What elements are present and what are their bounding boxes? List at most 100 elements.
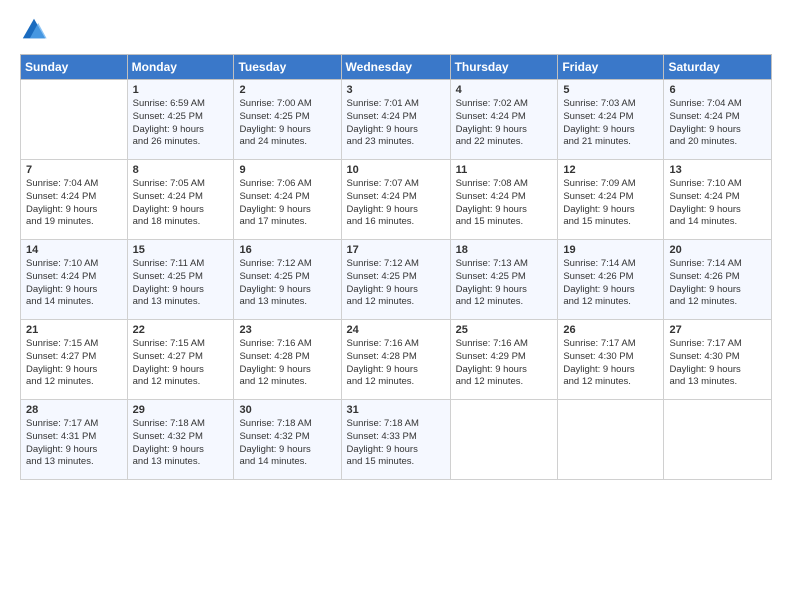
day-number: 20	[669, 244, 766, 256]
day-info: Sunrise: 7:03 AM Sunset: 4:24 PM Dayligh…	[563, 98, 658, 149]
day-cell: 28Sunrise: 7:17 AM Sunset: 4:31 PM Dayli…	[21, 400, 128, 480]
day-info: Sunrise: 7:16 AM Sunset: 4:29 PM Dayligh…	[456, 338, 553, 389]
day-info: Sunrise: 7:15 AM Sunset: 4:27 PM Dayligh…	[133, 338, 229, 389]
calendar: SundayMondayTuesdayWednesdayThursdayFrid…	[20, 54, 772, 480]
day-info: Sunrise: 7:13 AM Sunset: 4:25 PM Dayligh…	[456, 258, 553, 309]
day-cell: 4 Sunrise: 7:02 AM Sunset: 4:24 PM Daylig…	[450, 80, 558, 160]
day-header-thursday: Thursday	[450, 55, 558, 80]
day-cell: 7 Sunrise: 7:04 AM Sunset: 4:24 PM Daylig…	[21, 160, 128, 240]
day-cell: 26 Sunrise: 7:17 AM Sunset: 4:30 PM Dayli…	[558, 320, 664, 400]
day-number: 11	[456, 164, 553, 176]
day-cell: 23Sunrise: 7:16 AM Sunset: 4:28 PM Dayli…	[234, 320, 341, 400]
day-cell	[664, 400, 772, 480]
day-cell: 2 Sunrise: 7:00 AM Sunset: 4:25 PM Daylig…	[234, 80, 341, 160]
day-cell: 12 Sunrise: 7:09 AM Sunset: 4:24 PM Dayli…	[558, 160, 664, 240]
day-info: Sunrise: 6:59 AM Sunset: 4:25 PM Dayligh…	[133, 98, 229, 149]
day-cell: 9 Sunrise: 7:06 AM Sunset: 4:24 PM Daylig…	[234, 160, 341, 240]
day-info: Sunrise: 7:08 AM Sunset: 4:24 PM Dayligh…	[456, 178, 553, 229]
day-number: 17	[347, 244, 445, 256]
day-info: Sunrise: 7:12 AM Sunset: 4:25 PM Dayligh…	[347, 258, 445, 309]
day-cell: 20 Sunrise: 7:14 AM Sunset: 4:26 PM Dayli…	[664, 240, 772, 320]
day-info: Sunrise: 7:14 AM Sunset: 4:26 PM Dayligh…	[563, 258, 658, 309]
day-number: 30	[239, 404, 335, 416]
day-number: 13	[669, 164, 766, 176]
day-info: Sunrise: 7:16 AM Sunset: 4:28 PM Dayligh…	[239, 338, 335, 389]
day-header-tuesday: Tuesday	[234, 55, 341, 80]
day-number: 16	[239, 244, 335, 256]
day-info: Sunrise: 7:17 AM Sunset: 4:30 PM Dayligh…	[669, 338, 766, 389]
day-cell: 19 Sunrise: 7:14 AM Sunset: 4:26 PM Dayli…	[558, 240, 664, 320]
day-info: Sunrise: 7:18 AM Sunset: 4:32 PM Dayligh…	[239, 418, 335, 469]
day-number: 14	[26, 244, 122, 256]
day-number: 10	[347, 164, 445, 176]
week-row-2: 7 Sunrise: 7:04 AM Sunset: 4:24 PM Daylig…	[21, 160, 772, 240]
day-info: Sunrise: 7:04 AM Sunset: 4:24 PM Dayligh…	[669, 98, 766, 149]
day-info: Sunrise: 7:10 AM Sunset: 4:24 PM Dayligh…	[26, 258, 122, 309]
day-header-sunday: Sunday	[21, 55, 128, 80]
day-number: 7	[26, 164, 122, 176]
day-cell: 22 Sunrise: 7:15 AM Sunset: 4:27 PM Dayli…	[127, 320, 234, 400]
day-number: 29	[133, 404, 229, 416]
day-info: Sunrise: 7:04 AM Sunset: 4:24 PM Dayligh…	[26, 178, 122, 229]
day-number: 18	[456, 244, 553, 256]
day-header-wednesday: Wednesday	[341, 55, 450, 80]
day-cell: 6 Sunrise: 7:04 AM Sunset: 4:24 PM Daylig…	[664, 80, 772, 160]
day-number: 31	[347, 404, 445, 416]
day-cell: 24 Sunrise: 7:16 AM Sunset: 4:28 PM Dayli…	[341, 320, 450, 400]
day-cell	[450, 400, 558, 480]
day-cell: 10Sunrise: 7:07 AM Sunset: 4:24 PM Dayli…	[341, 160, 450, 240]
day-cell: 21Sunrise: 7:15 AM Sunset: 4:27 PM Dayli…	[21, 320, 128, 400]
day-cell: 3 Sunrise: 7:01 AM Sunset: 4:24 PM Daylig…	[341, 80, 450, 160]
day-cell: 5 Sunrise: 7:03 AM Sunset: 4:24 PM Daylig…	[558, 80, 664, 160]
day-number: 25	[456, 324, 553, 336]
day-info: Sunrise: 7:14 AM Sunset: 4:26 PM Dayligh…	[669, 258, 766, 309]
day-cell: 18 Sunrise: 7:13 AM Sunset: 4:25 PM Dayli…	[450, 240, 558, 320]
day-number: 26	[563, 324, 658, 336]
day-cell	[21, 80, 128, 160]
day-number: 6	[669, 84, 766, 96]
day-info: Sunrise: 7:18 AM Sunset: 4:32 PM Dayligh…	[133, 418, 229, 469]
day-cell: 11 Sunrise: 7:08 AM Sunset: 4:24 PM Dayli…	[450, 160, 558, 240]
day-number: 1	[133, 84, 229, 96]
day-cell: 15 Sunrise: 7:11 AM Sunset: 4:25 PM Dayli…	[127, 240, 234, 320]
day-header-monday: Monday	[127, 55, 234, 80]
day-number: 9	[239, 164, 335, 176]
day-number: 15	[133, 244, 229, 256]
logo	[20, 16, 52, 44]
day-number: 19	[563, 244, 658, 256]
day-cell: 27 Sunrise: 7:17 AM Sunset: 4:30 PM Dayli…	[664, 320, 772, 400]
day-cell: 30 Sunrise: 7:18 AM Sunset: 4:32 PM Dayli…	[234, 400, 341, 480]
day-number: 21	[26, 324, 122, 336]
day-cell	[558, 400, 664, 480]
day-number: 22	[133, 324, 229, 336]
day-cell: 17 Sunrise: 7:12 AM Sunset: 4:25 PM Dayli…	[341, 240, 450, 320]
day-info: Sunrise: 7:11 AM Sunset: 4:25 PM Dayligh…	[133, 258, 229, 309]
calendar-header-row: SundayMondayTuesdayWednesdayThursdayFrid…	[21, 55, 772, 80]
day-number: 24	[347, 324, 445, 336]
logo-icon	[20, 16, 48, 44]
day-info: Sunrise: 7:00 AM Sunset: 4:25 PM Dayligh…	[239, 98, 335, 149]
week-row-5: 28Sunrise: 7:17 AM Sunset: 4:31 PM Dayli…	[21, 400, 772, 480]
day-header-saturday: Saturday	[664, 55, 772, 80]
day-cell: 8Sunrise: 7:05 AM Sunset: 4:24 PM Daylig…	[127, 160, 234, 240]
week-row-3: 14 Sunrise: 7:10 AM Sunset: 4:24 PM Dayli…	[21, 240, 772, 320]
day-cell: 31Sunrise: 7:18 AM Sunset: 4:33 PM Dayli…	[341, 400, 450, 480]
day-cell: 14 Sunrise: 7:10 AM Sunset: 4:24 PM Dayli…	[21, 240, 128, 320]
day-cell: 1 Sunrise: 6:59 AM Sunset: 4:25 PM Daylig…	[127, 80, 234, 160]
day-info: Sunrise: 7:16 AM Sunset: 4:28 PM Dayligh…	[347, 338, 445, 389]
day-number: 27	[669, 324, 766, 336]
day-info: Sunrise: 7:01 AM Sunset: 4:24 PM Dayligh…	[347, 98, 445, 149]
day-number: 2	[239, 84, 335, 96]
day-number: 5	[563, 84, 658, 96]
day-info: Sunrise: 7:12 AM Sunset: 4:25 PM Dayligh…	[239, 258, 335, 309]
day-info: Sunrise: 7:02 AM Sunset: 4:24 PM Dayligh…	[456, 98, 553, 149]
page: SundayMondayTuesdayWednesdayThursdayFrid…	[0, 0, 792, 612]
day-number: 3	[347, 84, 445, 96]
day-info: Sunrise: 7:10 AM Sunset: 4:24 PM Dayligh…	[669, 178, 766, 229]
day-number: 4	[456, 84, 553, 96]
day-info: Sunrise: 7:06 AM Sunset: 4:24 PM Dayligh…	[239, 178, 335, 229]
day-number: 12	[563, 164, 658, 176]
day-info: Sunrise: 7:17 AM Sunset: 4:30 PM Dayligh…	[563, 338, 658, 389]
day-cell: 25 Sunrise: 7:16 AM Sunset: 4:29 PM Dayli…	[450, 320, 558, 400]
day-info: Sunrise: 7:09 AM Sunset: 4:24 PM Dayligh…	[563, 178, 658, 229]
